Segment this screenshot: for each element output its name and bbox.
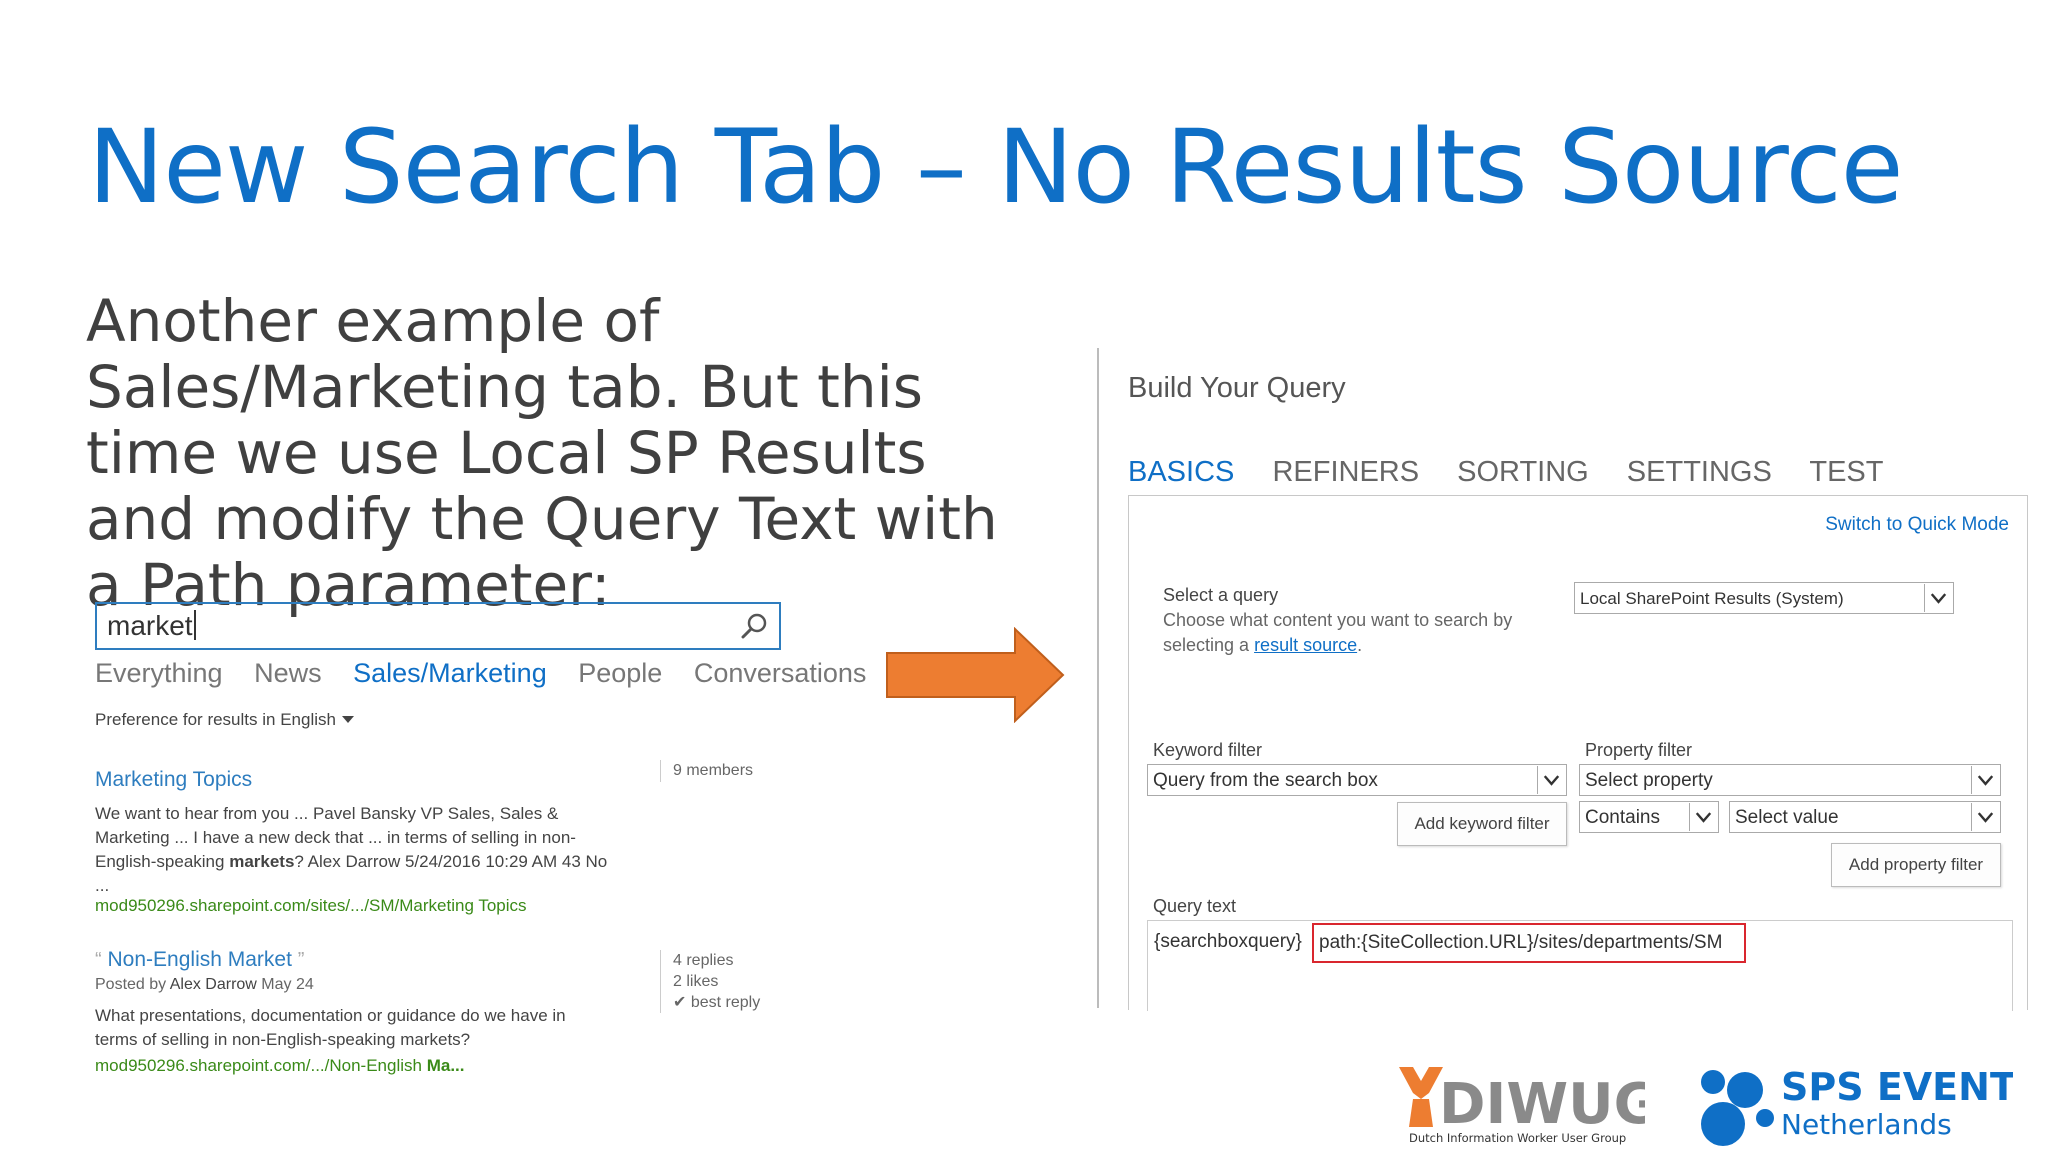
property-filter-label: Property filter (1585, 740, 1693, 760)
quote-close-icon: ” (297, 949, 305, 971)
result-snippet: We want to hear from you ... Pavel Bansk… (95, 802, 655, 898)
keyword-filter-label: Keyword filter (1153, 740, 1263, 760)
chevron-down-icon (1537, 766, 1560, 794)
panel-title: Build Your Query (1128, 372, 1346, 404)
operator-select[interactable]: Contains (1579, 801, 1719, 833)
query-text-path: path:{SiteCollection.URL}/sites/departme… (1319, 932, 1723, 953)
tab-test[interactable]: TEST (1809, 456, 1883, 488)
replies-count: 4 replies (673, 952, 734, 969)
result-url[interactable]: mod950296.sharepoint.com/.../Non-English… (95, 1056, 465, 1076)
diwug-logo: DIWUG Dutch Information Worker User Grou… (1399, 1067, 1645, 1145)
tab-everything[interactable]: Everything (95, 658, 223, 688)
sps-subtitle: Netherlands (1781, 1108, 1952, 1141)
snippet-highlight: markets (229, 852, 295, 871)
snippet-line: ... (95, 876, 110, 895)
search-vertical-tabs: Everything News Sales/Marketing People C… (95, 658, 940, 689)
search-input-value: market (107, 610, 196, 642)
slide-intro-text: Another example of Sales/Marketing tab. … (86, 287, 998, 619)
query-builder-tabs: BASICS REFINERS SORTING SETTINGS TEST (1128, 456, 1913, 489)
windmill-icon (1399, 1067, 1443, 1127)
query-builder-panel: Switch to Quick Mode Select a query Choo… (1128, 495, 2028, 1011)
best-reply-label: best reply (690, 994, 761, 1011)
property-select[interactable]: Select property (1579, 764, 2001, 796)
url-highlight: Ma... (426, 1056, 465, 1075)
sps-events-logo: SPS EVENTS Netherlands (1701, 1065, 2013, 1146)
selected-value: Query from the search box (1153, 770, 1378, 791)
snippet-text: ? Alex Darrow 5/24/2016 10:29 AM 43 No (294, 852, 608, 871)
chevron-down-icon (1924, 584, 1947, 612)
search-input[interactable]: market (95, 602, 781, 650)
sps-circles-icon (1701, 1070, 1774, 1146)
snippet-line: What presentations, documentation or gui… (95, 1006, 566, 1025)
result-title-link[interactable]: Marketing Topics (95, 768, 252, 792)
selected-value: Local SharePoint Results (System) (1580, 589, 1844, 608)
snippet-line: terms of selling in non-English-speaking… (95, 1030, 471, 1049)
quote-open-icon: “ (95, 949, 102, 971)
result-snippet: What presentations, documentation or gui… (95, 1004, 655, 1052)
posted-by-label: Posted by (95, 976, 170, 993)
query-text-highlight-box: path:{SiteCollection.URL}/sites/departme… (1312, 923, 1746, 963)
search-icon[interactable] (739, 611, 769, 641)
result-conversation-stats: 4 replies 2 likes ✔ best reply (660, 950, 760, 1013)
slide-title: New Search Tab – No Results Source (88, 108, 1903, 227)
result-members-count: 9 members (660, 760, 753, 782)
arrow-right-icon (886, 627, 1065, 723)
snippet-line: We want to hear from you ... Pavel Bansk… (95, 804, 559, 823)
text-cursor (193, 610, 196, 640)
description-line: Choose what content you want to search b… (1163, 610, 1513, 630)
keyword-filter-select[interactable]: Query from the search box (1147, 764, 1567, 796)
selected-value: Select value (1735, 807, 1839, 828)
property-value-select[interactable]: Select value (1729, 801, 2001, 833)
chevron-down-icon (1689, 803, 1712, 831)
best-reply-indicator: ✔ best reply (673, 992, 760, 1013)
add-property-filter-button[interactable]: Add property filter (1831, 843, 2001, 887)
result-source-select[interactable]: Local SharePoint Results (System) (1574, 582, 1954, 614)
query-text-label: Query text (1153, 896, 1237, 916)
chevron-down-icon (1971, 766, 1994, 794)
likes-count: 2 likes (673, 973, 719, 990)
tab-sorting[interactable]: SORTING (1457, 456, 1589, 488)
result-url[interactable]: mod950296.sharepoint.com/sites/.../SM/Ma… (95, 896, 527, 916)
snippet-text: English-speaking (95, 852, 230, 871)
result-source-link[interactable]: result source (1254, 635, 1357, 655)
snippet-line: English-speaking markets? Alex Darrow 5/… (95, 850, 655, 874)
tab-refiners[interactable]: REFINERS (1272, 456, 1419, 488)
switch-quick-mode-link[interactable]: Switch to Quick Mode (1825, 514, 2009, 536)
tab-conversations[interactable]: Conversations (694, 658, 867, 688)
language-preference-label: Preference for results in English (95, 710, 336, 729)
sps-wordmark: SPS EVENTS (1781, 1065, 2013, 1109)
author-name[interactable]: Alex Darrow (170, 976, 257, 993)
query-text-input[interactable]: {searchboxquery} path:{SiteCollection.UR… (1147, 920, 2013, 1011)
tab-people[interactable]: People (578, 658, 662, 688)
select-query-label: Select a query (1163, 585, 1279, 605)
tab-news[interactable]: News (254, 658, 322, 688)
search-query-text: market (107, 610, 193, 641)
chevron-down-icon (1971, 803, 1994, 831)
posted-by-line: Posted by Alex Darrow May 24 (95, 976, 314, 994)
chevron-down-icon (341, 716, 354, 723)
tab-settings[interactable]: SETTINGS (1627, 456, 1772, 488)
description-line: selecting a result source. (1163, 635, 1363, 655)
query-text-token: {searchboxquery} (1154, 931, 1302, 952)
add-keyword-filter-button[interactable]: Add keyword filter (1397, 802, 1567, 846)
language-preference-dropdown[interactable]: Preference for results in English (95, 710, 354, 730)
selected-value: Select property (1585, 770, 1713, 791)
vertical-divider (1097, 348, 1099, 1008)
selected-value: Contains (1585, 807, 1660, 828)
tab-sales-marketing[interactable]: Sales/Marketing (353, 658, 547, 688)
result-title-text: Non-English (107, 948, 228, 971)
checkmark-icon: ✔ (673, 994, 687, 1011)
result-title-highlight: Market (227, 948, 292, 971)
diwug-wordmark: DIWUG (1439, 1072, 1645, 1137)
select-query-description: Choose what content you want to search b… (1163, 608, 1512, 658)
tab-basics[interactable]: BASICS (1128, 456, 1234, 488)
snippet-line: Marketing ... I have a new deck that ...… (95, 828, 576, 847)
diwug-tagline: Dutch Information Worker User Group (1409, 1131, 1626, 1145)
url-text: mod950296.sharepoint.com/.../Non-English (95, 1056, 427, 1075)
posted-date: May 24 (256, 976, 314, 993)
description-text: selecting a (1163, 635, 1255, 655)
result-title-link[interactable]: “ Non-English Market ” (95, 948, 304, 972)
